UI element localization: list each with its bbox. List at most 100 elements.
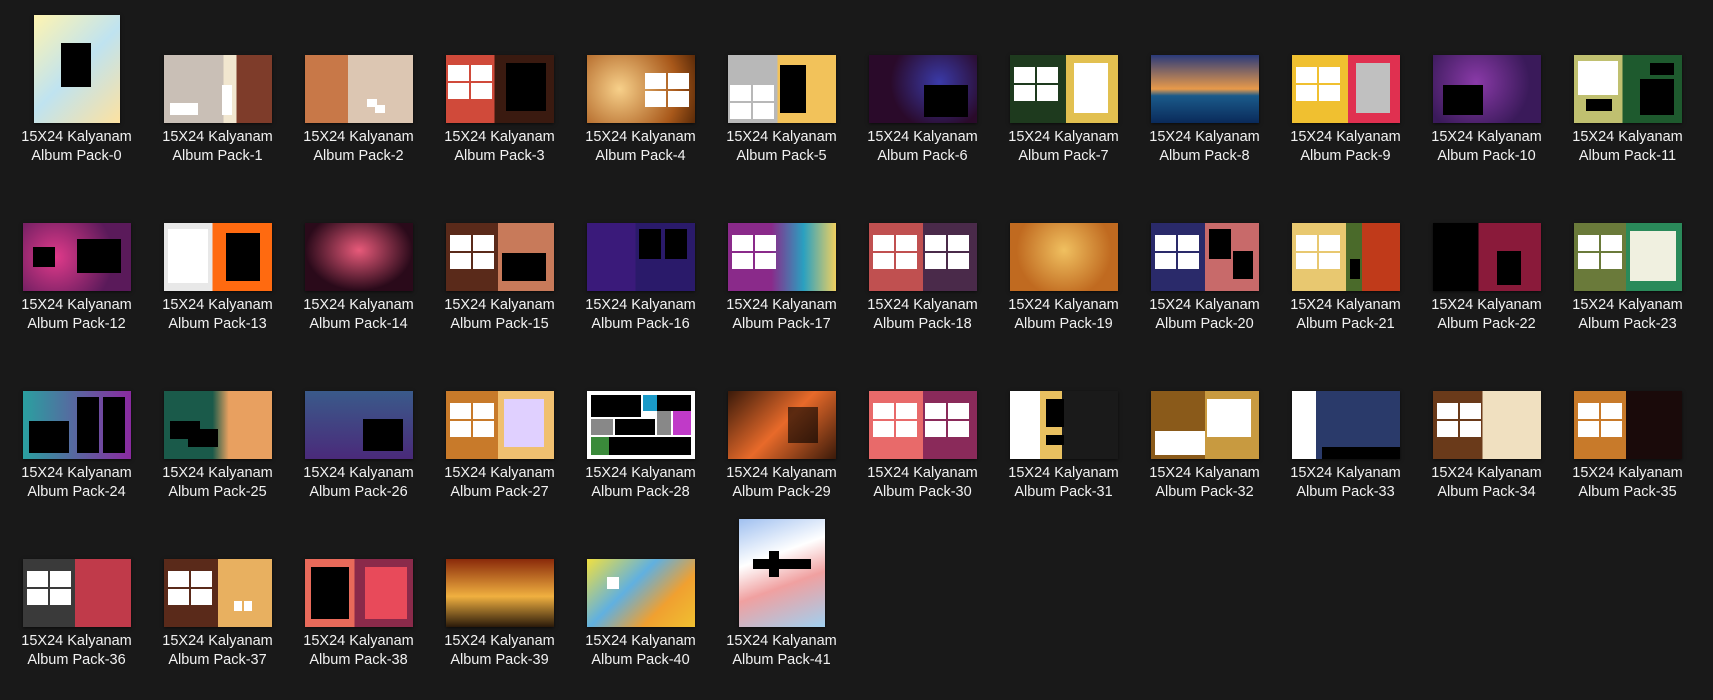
file-thumbnail[interactable] — [1573, 391, 1682, 459]
file-name[interactable]: 15X24 Kalyanam Album Pack-27 — [429, 464, 570, 502]
file-name[interactable]: 15X24 Kalyanam Album Pack-39 — [429, 632, 570, 670]
file-name[interactable]: 15X24 Kalyanam Album Pack-3 — [429, 128, 570, 166]
file-name[interactable]: 15X24 Kalyanam Album Pack-37 — [147, 632, 288, 670]
file-item[interactable]: 15X24 Kalyanam Album Pack-0 — [6, 0, 147, 168]
file-thumbnail[interactable] — [445, 55, 554, 123]
file-name[interactable]: 15X24 Kalyanam Album Pack-22 — [1416, 296, 1557, 334]
file-thumbnail[interactable] — [22, 223, 131, 291]
file-name[interactable]: 15X24 Kalyanam Album Pack-19 — [993, 296, 1134, 334]
file-name[interactable]: 15X24 Kalyanam Album Pack-5 — [711, 128, 852, 166]
file-item[interactable]: 15X24 Kalyanam Album Pack-9 — [1275, 0, 1416, 168]
file-item[interactable]: 15X24 Kalyanam Album Pack-12 — [6, 168, 147, 336]
file-item[interactable]: 15X24 Kalyanam Album Pack-39 — [429, 504, 570, 672]
file-thumbnail[interactable] — [163, 391, 272, 459]
file-name[interactable]: 15X24 Kalyanam Album Pack-8 — [1134, 128, 1275, 166]
file-thumbnail[interactable] — [445, 391, 554, 459]
file-thumbnail[interactable] — [1432, 391, 1541, 459]
file-item[interactable]: 15X24 Kalyanam Album Pack-2 — [288, 0, 429, 168]
file-thumbnail[interactable] — [727, 391, 836, 459]
file-thumbnail[interactable] — [1432, 223, 1541, 291]
file-item[interactable]: 15X24 Kalyanam Album Pack-16 — [570, 168, 711, 336]
file-item[interactable]: 15X24 Kalyanam Album Pack-7 — [993, 0, 1134, 168]
file-item[interactable]: 15X24 Kalyanam Album Pack-19 — [993, 168, 1134, 336]
file-name[interactable]: 15X24 Kalyanam Album Pack-40 — [570, 632, 711, 670]
file-thumbnail[interactable] — [1573, 55, 1682, 123]
file-name[interactable]: 15X24 Kalyanam Album Pack-26 — [288, 464, 429, 502]
file-name[interactable]: 15X24 Kalyanam Album Pack-4 — [570, 128, 711, 166]
file-thumbnail[interactable] — [586, 391, 695, 459]
file-name[interactable]: 15X24 Kalyanam Album Pack-31 — [993, 464, 1134, 502]
file-thumbnail[interactable] — [1573, 223, 1682, 291]
file-item[interactable]: 15X24 Kalyanam Album Pack-37 — [147, 504, 288, 672]
file-item[interactable]: 15X24 Kalyanam Album Pack-23 — [1557, 168, 1698, 336]
file-name[interactable]: 15X24 Kalyanam Album Pack-30 — [852, 464, 993, 502]
file-item[interactable]: 15X24 Kalyanam Album Pack-18 — [852, 168, 993, 336]
file-name[interactable]: 15X24 Kalyanam Album Pack-25 — [147, 464, 288, 502]
file-item[interactable]: 15X24 Kalyanam Album Pack-28 — [570, 336, 711, 504]
file-item[interactable]: 15X24 Kalyanam Album Pack-35 — [1557, 336, 1698, 504]
file-name[interactable]: 15X24 Kalyanam Album Pack-33 — [1275, 464, 1416, 502]
file-thumbnail[interactable] — [304, 559, 413, 627]
file-name[interactable]: 15X24 Kalyanam Album Pack-34 — [1416, 464, 1557, 502]
file-thumbnail[interactable] — [22, 391, 131, 459]
file-thumbnail[interactable] — [868, 391, 977, 459]
file-thumbnail[interactable] — [1009, 55, 1118, 123]
file-name[interactable]: 15X24 Kalyanam Album Pack-24 — [6, 464, 147, 502]
file-item[interactable]: 15X24 Kalyanam Album Pack-10 — [1416, 0, 1557, 168]
file-name[interactable]: 15X24 Kalyanam Album Pack-2 — [288, 128, 429, 166]
file-thumbnail[interactable] — [1009, 223, 1118, 291]
file-thumbnail[interactable] — [304, 223, 413, 291]
file-thumbnail[interactable] — [1291, 55, 1400, 123]
file-name[interactable]: 15X24 Kalyanam Album Pack-13 — [147, 296, 288, 334]
file-name[interactable]: 15X24 Kalyanam Album Pack-36 — [6, 632, 147, 670]
file-item[interactable]: 15X24 Kalyanam Album Pack-13 — [147, 168, 288, 336]
file-item[interactable]: 15X24 Kalyanam Album Pack-27 — [429, 336, 570, 504]
file-thumbnail[interactable] — [586, 223, 695, 291]
file-thumbnail[interactable] — [1291, 391, 1400, 459]
file-name[interactable]: 15X24 Kalyanam Album Pack-41 — [711, 632, 852, 670]
file-item[interactable]: 15X24 Kalyanam Album Pack-15 — [429, 168, 570, 336]
file-item[interactable]: 15X24 Kalyanam Album Pack-21 — [1275, 168, 1416, 336]
file-thumbnail[interactable] — [1150, 391, 1259, 459]
file-item[interactable]: 15X24 Kalyanam Album Pack-8 — [1134, 0, 1275, 168]
file-name[interactable]: 15X24 Kalyanam Album Pack-35 — [1557, 464, 1698, 502]
file-name[interactable]: 15X24 Kalyanam Album Pack-18 — [852, 296, 993, 334]
file-thumbnail[interactable] — [586, 55, 695, 123]
file-thumbnail[interactable] — [1150, 223, 1259, 291]
file-name[interactable]: 15X24 Kalyanam Album Pack-11 — [1557, 128, 1698, 166]
file-name[interactable]: 15X24 Kalyanam Album Pack-16 — [570, 296, 711, 334]
file-name[interactable]: 15X24 Kalyanam Album Pack-17 — [711, 296, 852, 334]
file-name[interactable]: 15X24 Kalyanam Album Pack-23 — [1557, 296, 1698, 334]
file-name[interactable]: 15X24 Kalyanam Album Pack-9 — [1275, 128, 1416, 166]
file-thumbnail[interactable] — [586, 559, 695, 627]
file-item[interactable]: 15X24 Kalyanam Album Pack-40 — [570, 504, 711, 672]
file-item[interactable]: 15X24 Kalyanam Album Pack-41 — [711, 504, 852, 672]
file-name[interactable]: 15X24 Kalyanam Album Pack-6 — [852, 128, 993, 166]
file-item[interactable]: 15X24 Kalyanam Album Pack-33 — [1275, 336, 1416, 504]
file-thumbnail[interactable] — [868, 55, 977, 123]
file-thumbnail[interactable] — [1432, 55, 1541, 123]
file-thumbnail[interactable] — [163, 223, 272, 291]
file-item[interactable]: 15X24 Kalyanam Album Pack-3 — [429, 0, 570, 168]
file-name[interactable]: 15X24 Kalyanam Album Pack-21 — [1275, 296, 1416, 334]
file-item[interactable]: 15X24 Kalyanam Album Pack-36 — [6, 504, 147, 672]
file-thumbnail[interactable] — [727, 55, 836, 123]
file-thumbnail[interactable] — [738, 519, 825, 627]
file-thumbnail[interactable] — [1291, 223, 1400, 291]
file-item[interactable]: 15X24 Kalyanam Album Pack-5 — [711, 0, 852, 168]
file-item[interactable]: 15X24 Kalyanam Album Pack-29 — [711, 336, 852, 504]
file-thumbnail[interactable] — [445, 559, 554, 627]
file-item[interactable]: 15X24 Kalyanam Album Pack-20 — [1134, 168, 1275, 336]
file-name[interactable]: 15X24 Kalyanam Album Pack-7 — [993, 128, 1134, 166]
file-item[interactable]: 15X24 Kalyanam Album Pack-38 — [288, 504, 429, 672]
file-item[interactable]: 15X24 Kalyanam Album Pack-6 — [852, 0, 993, 168]
file-name[interactable]: 15X24 Kalyanam Album Pack-38 — [288, 632, 429, 670]
file-item[interactable]: 15X24 Kalyanam Album Pack-26 — [288, 336, 429, 504]
file-thumbnail[interactable] — [1009, 391, 1118, 459]
file-name[interactable]: 15X24 Kalyanam Album Pack-15 — [429, 296, 570, 334]
file-item[interactable]: 15X24 Kalyanam Album Pack-4 — [570, 0, 711, 168]
file-item[interactable]: 15X24 Kalyanam Album Pack-11 — [1557, 0, 1698, 168]
file-name[interactable]: 15X24 Kalyanam Album Pack-14 — [288, 296, 429, 334]
file-name[interactable]: 15X24 Kalyanam Album Pack-28 — [570, 464, 711, 502]
file-item[interactable]: 15X24 Kalyanam Album Pack-1 — [147, 0, 288, 168]
